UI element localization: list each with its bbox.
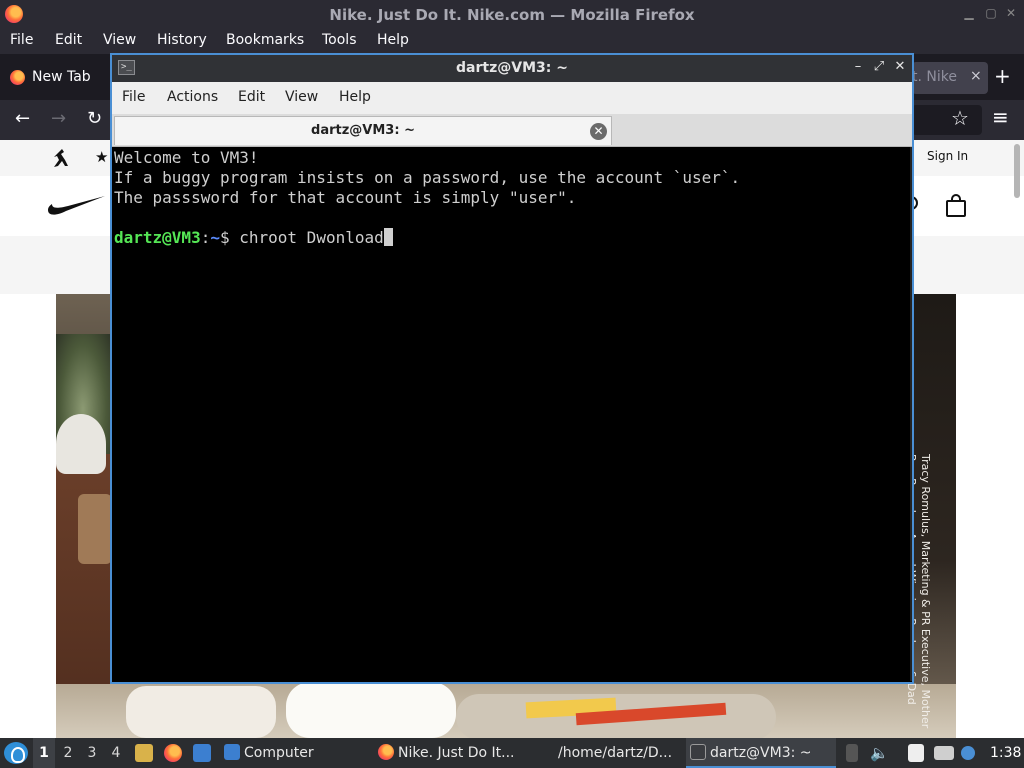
bookmark-star-icon[interactable]: ☆ bbox=[951, 107, 969, 129]
terminal-prompt-line[interactable]: dartz@VM3:~$ chroot Dwonload bbox=[114, 228, 910, 248]
app-menu-icon[interactable]: ≡ bbox=[992, 106, 1009, 128]
prompt-user-host: dartz@VM3 bbox=[114, 228, 201, 247]
text-cursor bbox=[383, 228, 393, 246]
close-icon[interactable]: ✕ bbox=[1004, 6, 1018, 20]
menu-help[interactable]: Help bbox=[377, 32, 409, 48]
command-input[interactable]: chroot Dwonload bbox=[239, 228, 384, 247]
task-home-folder[interactable]: /home/dartz/D... bbox=[558, 738, 682, 768]
desktop-launcher-icon[interactable] bbox=[193, 744, 211, 762]
task-label: Nike. Just Do It... bbox=[398, 745, 515, 761]
firefox-favicon-icon bbox=[10, 70, 25, 85]
task-terminal[interactable]: dartz@VM3: ~ bbox=[686, 738, 836, 768]
terminal-icon bbox=[690, 744, 706, 760]
menu-tools[interactable]: Tools bbox=[322, 32, 357, 48]
menu-actions[interactable]: Actions bbox=[167, 89, 218, 105]
prompt-separator: : bbox=[200, 228, 211, 247]
volume-icon[interactable]: 🔈 bbox=[870, 744, 889, 762]
url-bar[interactable] bbox=[912, 105, 982, 135]
hero-pillow bbox=[126, 686, 276, 738]
firefox-window-title: Nike. Just Do It. Nike.com — Mozilla Fir… bbox=[329, 6, 695, 24]
task-label: Computer bbox=[244, 745, 314, 761]
firefox-icon bbox=[378, 744, 394, 760]
hero-pillow bbox=[286, 682, 456, 738]
shopping-bag-icon[interactable] bbox=[945, 194, 967, 218]
notification-icon[interactable] bbox=[961, 746, 975, 760]
terminal-line: Welcome to VM3! bbox=[114, 148, 259, 167]
menu-view[interactable]: View bbox=[285, 89, 318, 105]
folder-icon bbox=[224, 744, 240, 760]
minimize-icon[interactable]: – bbox=[851, 59, 865, 75]
menu-edit[interactable]: Edit bbox=[55, 32, 82, 48]
menu-file[interactable]: File bbox=[122, 89, 145, 105]
workspace-3[interactable]: 3 bbox=[81, 738, 103, 768]
tab-label: New Tab bbox=[32, 69, 91, 85]
minimize-icon[interactable]: ▁ bbox=[962, 6, 976, 20]
menu-edit[interactable]: Edit bbox=[238, 89, 265, 105]
firefox-launcher-icon[interactable] bbox=[164, 744, 182, 762]
tab-nike[interactable]: t. Nike × bbox=[912, 62, 988, 94]
task-firefox[interactable]: Nike. Just Do It... bbox=[378, 738, 548, 768]
start-menu-icon[interactable] bbox=[4, 742, 28, 764]
clipboard-icon[interactable] bbox=[908, 744, 924, 762]
tab-close-icon[interactable]: ✕ bbox=[590, 123, 607, 140]
workspace-1[interactable]: 1 bbox=[33, 738, 55, 768]
terminal-tab[interactable]: dartz@VM3: ~ ✕ bbox=[114, 116, 612, 145]
menu-help[interactable]: Help bbox=[339, 89, 371, 105]
terminal-line: The passsword for that account is simply… bbox=[114, 188, 577, 207]
converse-logo-icon[interactable]: ★ bbox=[95, 148, 108, 166]
terminal-line: If a buggy program insists on a password… bbox=[114, 168, 741, 187]
new-tab-button[interactable]: + bbox=[994, 66, 1011, 86]
taskbar: 1 2 3 4 Computer Nike. Just Do It... /ho… bbox=[0, 738, 1024, 768]
maximize-icon[interactable]: ▢ bbox=[984, 6, 998, 20]
task-label: /home/dartz/D... bbox=[558, 745, 673, 761]
hero-lamp bbox=[56, 414, 106, 474]
menu-view[interactable]: View bbox=[103, 32, 136, 48]
task-label: dartz@VM3: ~ bbox=[710, 745, 812, 761]
firefox-menubar: File Edit View History Bookmarks Tools H… bbox=[0, 30, 1024, 54]
nike-swoosh-logo-icon[interactable] bbox=[46, 194, 106, 218]
page-scrollbar[interactable] bbox=[1014, 144, 1020, 198]
close-icon[interactable]: ✕ bbox=[893, 59, 907, 75]
maximize-icon[interactable]: ⤢ bbox=[872, 59, 886, 75]
menu-bookmarks[interactable]: Bookmarks bbox=[226, 32, 304, 48]
terminal-menubar: File Actions Edit View Help bbox=[112, 82, 912, 114]
terminal-scrollbar[interactable] bbox=[910, 147, 912, 681]
task-computer[interactable]: Computer bbox=[224, 738, 374, 768]
menu-file[interactable]: File bbox=[10, 32, 33, 48]
prompt-symbol: $ bbox=[219, 228, 240, 247]
terminal-output[interactable]: Welcome to VM3! If a buggy program insis… bbox=[114, 147, 910, 681]
terminal-window: >_ dartz@VM3: ~ – ⤢ ✕ File Actions Edit … bbox=[110, 53, 914, 684]
terminal-tab-label: dartz@VM3: ~ bbox=[311, 123, 415, 138]
reload-icon[interactable]: ↻ bbox=[87, 108, 102, 130]
network-icon[interactable] bbox=[934, 746, 954, 760]
workspace-2[interactable]: 2 bbox=[57, 738, 79, 768]
menu-history[interactable]: History bbox=[157, 32, 207, 48]
back-icon[interactable]: ← bbox=[15, 108, 30, 130]
jordan-logo-icon[interactable] bbox=[52, 148, 70, 168]
file-manager-launcher-icon[interactable] bbox=[135, 744, 153, 762]
terminal-tabbar: dartz@VM3: ~ ✕ bbox=[112, 114, 912, 147]
tab-new-tab[interactable]: New Tab bbox=[6, 62, 110, 92]
firefox-titlebar[interactable]: Nike. Just Do It. Nike.com — Mozilla Fir… bbox=[0, 0, 1024, 30]
workspace-4[interactable]: 4 bbox=[105, 738, 127, 768]
sign-in-link[interactable]: Sign In bbox=[927, 149, 968, 163]
terminal-window-title: dartz@VM3: ~ bbox=[456, 60, 568, 76]
hero-basket bbox=[78, 494, 112, 564]
prompt-path: ~ bbox=[210, 228, 220, 247]
clock[interactable]: 1:38 bbox=[990, 738, 1021, 768]
tab-label: t. Nike bbox=[912, 69, 957, 85]
forward-icon[interactable]: → bbox=[51, 108, 66, 130]
tab-close-icon[interactable]: × bbox=[970, 68, 982, 84]
terminal-titlebar[interactable]: >_ dartz@VM3: ~ – ⤢ ✕ bbox=[112, 55, 912, 82]
taskbar-scroll-icon[interactable] bbox=[846, 744, 858, 762]
